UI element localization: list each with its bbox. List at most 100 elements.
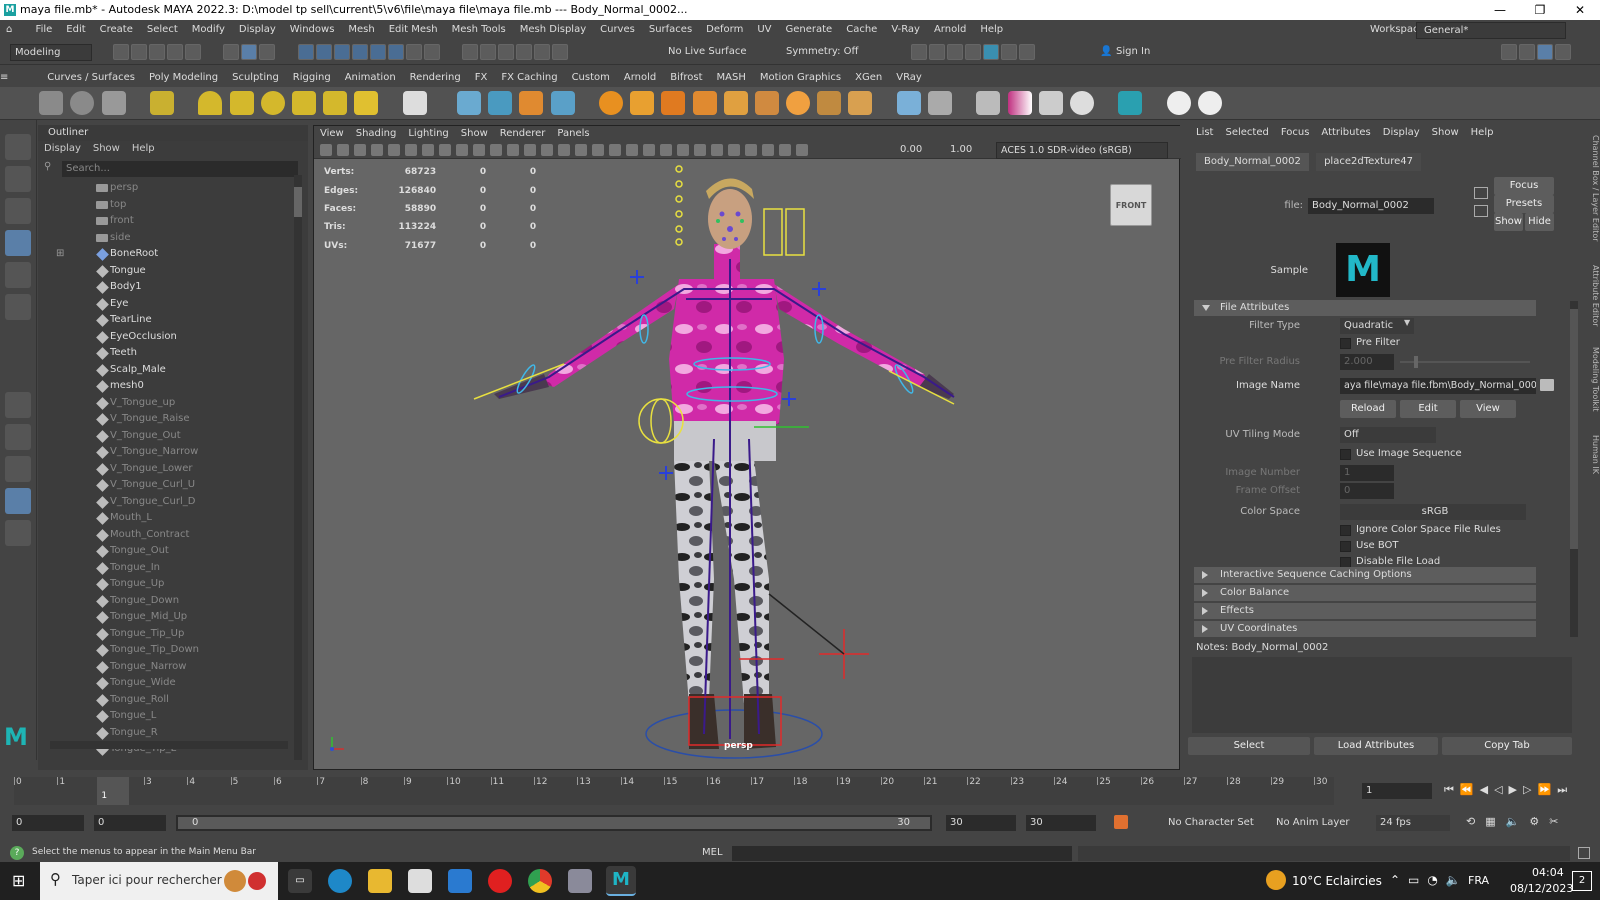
outliner-scrollbar[interactable]: [294, 175, 302, 760]
plane-shelf-icon[interactable]: [402, 91, 427, 115]
orange-grass-shelf-icon[interactable]: [661, 91, 686, 115]
menu-edit[interactable]: Edit: [59, 20, 92, 40]
current-frame-field[interactable]: 1: [1362, 783, 1432, 799]
modeling-toolkit-toggle-icon[interactable]: [1519, 44, 1535, 60]
xray-icon[interactable]: [728, 144, 740, 156]
grease-pencil-icon[interactable]: [405, 144, 417, 156]
head-shelf-icon[interactable]: [1069, 91, 1094, 115]
snap-point-icon[interactable]: [333, 44, 350, 60]
two-view-icon[interactable]: [5, 456, 31, 482]
single-view-icon[interactable]: [5, 392, 31, 418]
poly-cube-shelf-icon[interactable]: [39, 91, 64, 115]
menu-cache[interactable]: Cache: [839, 20, 884, 40]
tee-shelf-icon[interactable]: [229, 91, 254, 115]
film-gate-icon[interactable]: [439, 144, 451, 156]
viewport-menu-show[interactable]: Show: [455, 126, 494, 142]
bookmark-icon[interactable]: [354, 144, 366, 156]
play-back-icon[interactable]: ◁: [1494, 783, 1508, 796]
go-to-start-icon[interactable]: ⏮: [1444, 783, 1460, 796]
lasso-tool-icon[interactable]: [5, 166, 31, 192]
focus-button[interactable]: Focus: [1494, 177, 1554, 195]
select-component-icon[interactable]: [259, 44, 276, 60]
outliner-menu-show[interactable]: Show: [87, 141, 126, 157]
menu-help[interactable]: Help: [973, 20, 1010, 40]
step-back-frame-icon[interactable]: ◀: [1480, 783, 1494, 796]
viewport-menu-view[interactable]: View: [314, 126, 350, 142]
presets-button[interactable]: Presets: [1494, 195, 1554, 213]
view-button[interactable]: View: [1460, 400, 1516, 418]
gate-mask-icon[interactable]: [473, 144, 485, 156]
side-tab-attribute-editor[interactable]: Attribute Editor: [1588, 265, 1600, 327]
orange-sphere-shelf-icon[interactable]: [598, 91, 623, 115]
use-bot-checkbox[interactable]: [1340, 541, 1351, 552]
output-connection-icon[interactable]: [1474, 205, 1488, 217]
minimize-button[interactable]: —: [1480, 0, 1520, 20]
shelf-tab-custom[interactable]: Custom: [565, 68, 617, 87]
script-language-label[interactable]: MEL: [702, 847, 723, 858]
attr-menu-display[interactable]: Display: [1377, 125, 1426, 141]
tray-icons[interactable]: ⌃▭◔🔈: [1390, 873, 1469, 887]
outliner-item[interactable]: V_Tongue_Out: [38, 428, 296, 445]
xray-joints-icon[interactable]: [745, 144, 757, 156]
viewport-menu-shading[interactable]: Shading: [350, 126, 403, 142]
material-ball-shelf-icon[interactable]: [1007, 91, 1032, 115]
outliner-item[interactable]: V_Tongue_Curl_D: [38, 494, 296, 511]
viewport-panel[interactable]: View Shading Lighting Show Renderer Panels 0.…: [313, 125, 1181, 770]
outliner-item[interactable]: Body1: [38, 279, 296, 296]
outliner-item[interactable]: front: [38, 213, 296, 230]
gamma-icon[interactable]: [796, 144, 808, 156]
menu-deform[interactable]: Deform: [699, 20, 750, 40]
menu-display[interactable]: Display: [232, 20, 283, 40]
outliner-hscrollbar[interactable]: [50, 741, 288, 749]
snap-curve-icon[interactable]: [315, 44, 332, 60]
sun-light-shelf-icon[interactable]: [354, 91, 379, 115]
command-input[interactable]: [732, 846, 1072, 861]
outliner-item[interactable]: Tongue_Up: [38, 576, 296, 593]
exposure-value[interactable]: 0.00: [900, 144, 922, 155]
history-icon[interactable]: [462, 44, 479, 60]
lock-shelf-icon[interactable]: [976, 91, 1001, 115]
outliner-item[interactable]: persp: [38, 180, 296, 197]
outliner-item[interactable]: Eye: [38, 296, 296, 313]
color-space-select[interactable]: sRGB: [1340, 504, 1526, 520]
shadows-icon[interactable]: [626, 144, 638, 156]
viewport-menu-panels[interactable]: Panels: [551, 126, 595, 142]
pyramid-shelf-icon[interactable]: [323, 91, 348, 115]
fps-select[interactable]: 24 fps: [1376, 815, 1450, 831]
safe-title-icon[interactable]: [524, 144, 536, 156]
colorspace-select[interactable]: ACES 1.0 SDR-video (sRGB): [996, 142, 1168, 159]
cube-blue2-shelf-icon[interactable]: [488, 91, 513, 115]
shelf-tab-curves-surfaces[interactable]: Curves / Surfaces: [40, 68, 142, 87]
section-file-attributes[interactable]: File Attributes: [1194, 300, 1536, 316]
channel-box-toggle-icon[interactable]: [1555, 44, 1571, 60]
snap-view-icon[interactable]: [351, 44, 368, 60]
power-shelf-icon[interactable]: [1166, 91, 1191, 115]
shelf-tab-poly-modeling[interactable]: Poly Modeling: [142, 68, 225, 87]
menu-mesh-tools[interactable]: Mesh Tools: [445, 20, 513, 40]
outliner-item[interactable]: Tongue: [38, 263, 296, 280]
viewport-menu-lighting[interactable]: Lighting: [402, 126, 454, 142]
character-rig-scene[interactable]: [314, 159, 1179, 769]
outliner-item[interactable]: Tongue_R: [38, 725, 296, 742]
save-scene-icon[interactable]: [149, 44, 165, 60]
output-ops-icon[interactable]: [498, 44, 515, 60]
poly-sphere-shelf-icon[interactable]: [70, 91, 95, 115]
outliner-item[interactable]: Tongue_Down: [38, 593, 296, 610]
camera-attr-icon[interactable]: [320, 144, 332, 156]
outliner-item[interactable]: Tongue_L: [38, 708, 296, 725]
shelf-tab-motion-graphics[interactable]: Motion Graphics: [753, 68, 848, 87]
shelf-tab-bifrost[interactable]: Bifrost: [663, 68, 709, 87]
channel-control-shelf-icon[interactable]: [149, 91, 174, 115]
snap-surface-icon[interactable]: [369, 44, 386, 60]
render-sequence-icon[interactable]: [929, 44, 945, 60]
yellow-sphere-shelf-icon[interactable]: [260, 91, 285, 115]
outliner-item[interactable]: Tongue_Roll: [38, 692, 296, 709]
orange-tri-shelf-icon[interactable]: [630, 91, 655, 115]
smooth-shade-icon[interactable]: [558, 144, 570, 156]
select-object-icon[interactable]: [241, 44, 258, 60]
menu-select[interactable]: Select: [140, 20, 185, 40]
attr-menu-list[interactable]: List: [1190, 125, 1219, 141]
orange-gear-shelf-icon[interactable]: [848, 91, 873, 115]
copy-tab-button[interactable]: Copy Tab: [1442, 737, 1572, 755]
safe-action-icon[interactable]: [507, 144, 519, 156]
